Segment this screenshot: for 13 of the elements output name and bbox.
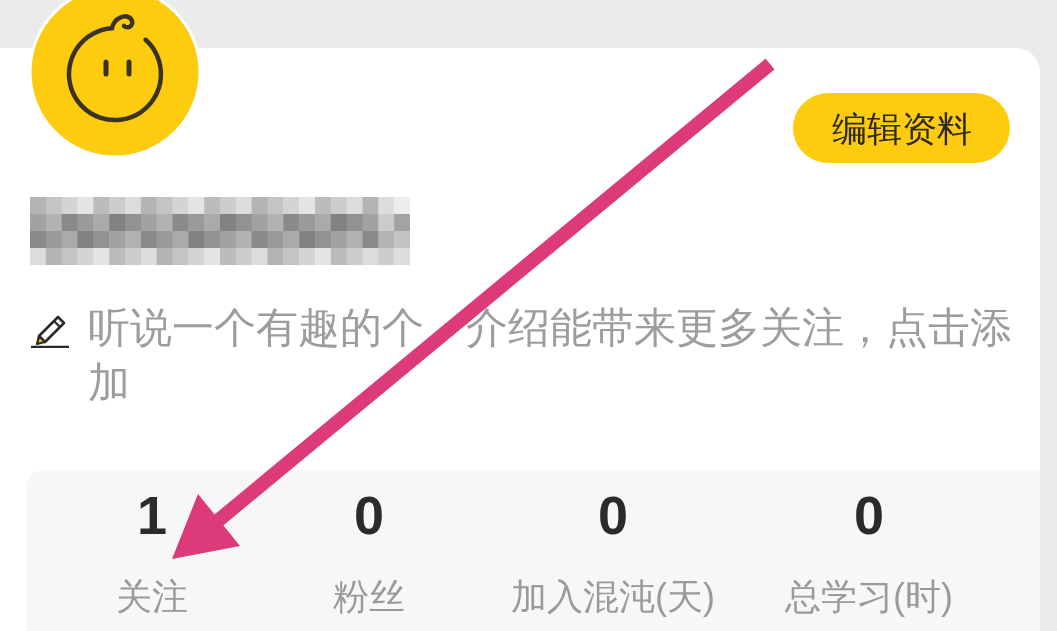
edit-profile-button[interactable]: 编辑资料 xyxy=(793,93,1010,163)
stat-value: 0 xyxy=(353,490,384,540)
stat-label: 粉丝 xyxy=(333,575,405,619)
smiley-avatar[interactable] xyxy=(28,0,202,159)
bio-prompt-text[interactable]: 介绍能带来更多关注，点击添 xyxy=(466,300,1012,355)
stat-label: 关注 xyxy=(116,575,188,619)
stat-value: 0 xyxy=(597,490,628,540)
bio-prompt-text[interactable]: 加 xyxy=(88,355,130,410)
stat-value: 1 xyxy=(136,490,167,540)
stat-label: 加入混沌(天) xyxy=(511,575,715,619)
bio-prompt-text[interactable]: 听说一个有趣的个 xyxy=(88,300,424,355)
stat-label: 总学习(时) xyxy=(785,575,953,619)
stat-value: 0 xyxy=(853,490,884,540)
